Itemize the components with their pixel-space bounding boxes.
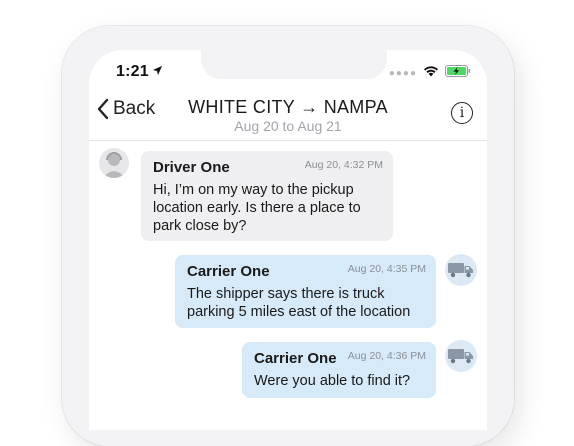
location-arrow-icon [152, 64, 163, 79]
message-bubble: Carrier One Aug 20, 4:36 PM Were you abl… [242, 342, 436, 398]
nav-bar: Back WHITE CITY → NAMPA Aug 20 to Aug 21… [89, 90, 487, 141]
message-bubble: Carrier One Aug 20, 4:35 PM The shipper … [175, 255, 436, 328]
truck-avatar [445, 254, 477, 286]
truck-avatar [445, 340, 477, 372]
message-line: parking 5 miles east of the location [187, 304, 411, 320]
message-timestamp: Aug 20, 4:32 PM [304, 159, 383, 171]
status-time: 1:21 [116, 63, 163, 81]
message-line: The shipper says there is truck [187, 286, 385, 302]
message-text: The shipper says there is truck parking … [187, 285, 424, 321]
message-line: park close by? [153, 218, 247, 234]
phone-screen: 1:21 ●●●● Back WHITE CITY → NAMPA Aug 20… [89, 50, 487, 430]
status-time-text: 1:21 [116, 63, 149, 80]
message-timestamp: Aug 20, 4:35 PM [347, 263, 426, 275]
message-line: location early. Is there a place to [153, 200, 361, 216]
message-bubble: Driver One Aug 20, 4:32 PM Hi, I’m on my… [141, 151, 393, 241]
conversation-title: WHITE CITY → NAMPA [188, 97, 388, 117]
phone-notch [201, 50, 387, 79]
battery-charging-icon [445, 64, 471, 82]
truck-icon [448, 349, 473, 364]
message-text: Hi, I’m on my way to the pickup location… [153, 181, 381, 235]
driver-avatar [99, 148, 129, 178]
info-icon[interactable]: i [451, 102, 473, 124]
truck-icon [448, 263, 473, 278]
signal-dots-icon: ●●●● [388, 67, 417, 79]
message-line: Were you able to find it? [254, 373, 411, 389]
message-text: Were you able to find it? [254, 372, 424, 390]
status-icons: ●●●● [389, 64, 471, 82]
message-timestamp: Aug 20, 4:36 PM [347, 350, 426, 362]
message-line: Hi, I’m on my way to the pickup [153, 182, 354, 198]
wifi-icon [423, 64, 439, 82]
conversation-dates: Aug 20 to Aug 21 [234, 118, 342, 134]
